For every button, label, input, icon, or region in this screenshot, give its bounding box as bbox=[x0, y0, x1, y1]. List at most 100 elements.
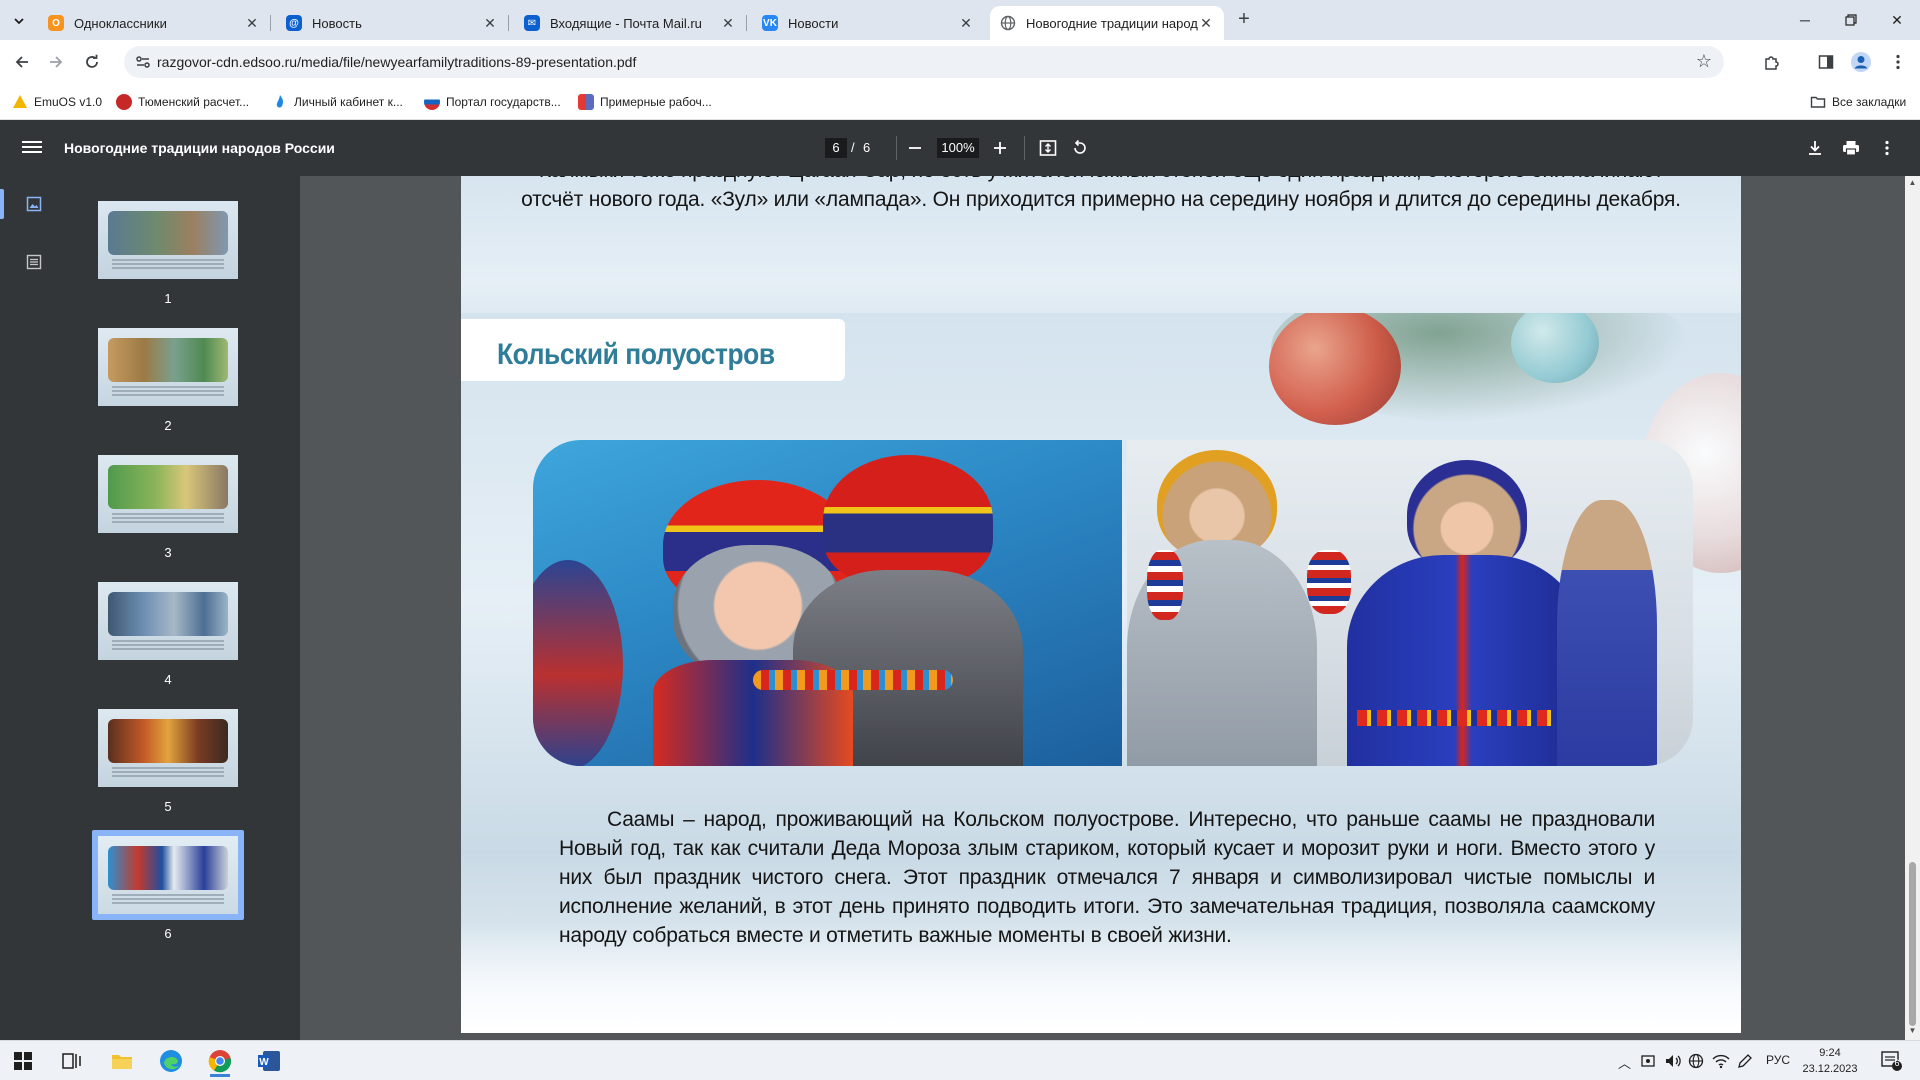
mail-at-icon: @ bbox=[286, 15, 302, 31]
odnoklassniki-icon: О bbox=[48, 15, 64, 31]
restore-button[interactable] bbox=[1828, 0, 1874, 40]
tray-overflow-icon[interactable]: ︿ bbox=[1618, 1053, 1631, 1072]
pen-icon[interactable] bbox=[1737, 1053, 1753, 1072]
sidebar-rail bbox=[0, 176, 70, 1040]
address-bar[interactable]: razgovor-cdn.edsoo.ru/media/file/newyear… bbox=[124, 46, 1724, 78]
tab-mail[interactable]: ✉ Входящие - Почта Mail.ru ✕ bbox=[514, 6, 747, 40]
side-panel-button[interactable] bbox=[1814, 50, 1838, 74]
system-clock[interactable]: 9:24 23.12.2023 bbox=[1790, 1045, 1870, 1077]
page-thumbnail[interactable] bbox=[98, 455, 238, 533]
minimize-button[interactable]: ─ bbox=[1782, 0, 1828, 40]
url-text[interactable]: razgovor-cdn.edsoo.ru/media/file/newyear… bbox=[157, 54, 636, 70]
chrome-button[interactable] bbox=[200, 1045, 240, 1077]
bookmark-item[interactable]: Личный кабинет к... bbox=[272, 92, 403, 112]
thumbnail-number: 5 bbox=[164, 799, 172, 814]
reload-icon bbox=[86, 54, 98, 68]
slide-paragraph: Саамы – народ, проживающий на Кольском п… bbox=[559, 808, 1655, 947]
volume-icon[interactable] bbox=[1664, 1053, 1682, 1072]
windows-taskbar: W ︿ РУС 9:24 23.12.2023 6 bbox=[0, 1040, 1920, 1080]
zoom-in-button[interactable] bbox=[988, 136, 1012, 160]
bookmarks-bar: EmuOS v1.0 Тюменский расчет... Личный ка… bbox=[0, 84, 1920, 120]
scrollbar-thumb[interactable] bbox=[1909, 862, 1916, 1026]
pdf-scrollbar[interactable]: ▲ ▼ bbox=[1905, 176, 1920, 1040]
tab-active-pdf[interactable]: Новогодние традиции народо ✕ bbox=[990, 6, 1224, 40]
more-vert-icon bbox=[1896, 54, 1900, 70]
print-button[interactable] bbox=[1839, 136, 1863, 160]
new-tab-button[interactable]: + bbox=[1233, 9, 1255, 31]
forward-button[interactable] bbox=[44, 50, 68, 74]
tray-app-icon[interactable] bbox=[1640, 1053, 1656, 1072]
bookmark-item[interactable]: EmuOS v1.0 bbox=[12, 92, 102, 112]
extensions-button[interactable] bbox=[1760, 50, 1784, 74]
notifications-button[interactable]: 6 bbox=[1880, 1049, 1902, 1074]
pdf-page-6: Кольский полуостров Саамы – народ, прожи… bbox=[461, 313, 1741, 1033]
russia-flag-icon bbox=[424, 94, 440, 110]
task-view-button[interactable] bbox=[52, 1045, 92, 1077]
page-thumbnail[interactable] bbox=[98, 582, 238, 660]
zoom-input[interactable]: 100% bbox=[937, 138, 979, 158]
third-dancer bbox=[1557, 500, 1657, 766]
close-icon[interactable]: ✕ bbox=[958, 15, 974, 32]
close-icon[interactable]: ✕ bbox=[1198, 15, 1214, 32]
clock-date: 23.12.2023 bbox=[1802, 1063, 1858, 1075]
word-button[interactable]: W bbox=[249, 1045, 289, 1077]
page-total: 6 bbox=[863, 140, 871, 155]
puzzle-icon bbox=[1765, 56, 1779, 70]
pdf-more-button[interactable] bbox=[1875, 136, 1899, 160]
profile-button[interactable] bbox=[1849, 50, 1873, 74]
close-icon[interactable]: ✕ bbox=[244, 15, 260, 32]
rail-active-indicator bbox=[0, 189, 4, 219]
wifi-icon[interactable] bbox=[1712, 1053, 1730, 1072]
prev-page-line-2: отсчёт нового года. «Зул» или «лампада».… bbox=[521, 188, 1681, 211]
bookmark-label: Все закладки bbox=[1832, 95, 1907, 109]
zoom-out-button[interactable] bbox=[903, 136, 927, 160]
back-button[interactable] bbox=[10, 50, 34, 74]
close-window-button[interactable]: ✕ bbox=[1874, 0, 1920, 40]
close-icon[interactable]: ✕ bbox=[720, 15, 736, 32]
page-thumbnail[interactable] bbox=[98, 328, 238, 406]
page-number-input[interactable]: 6 bbox=[825, 138, 847, 158]
page-thumbnail[interactable] bbox=[98, 201, 238, 279]
mail-envelope-icon: ✉ bbox=[524, 15, 540, 31]
flame-icon bbox=[272, 94, 288, 110]
browser-menu-button[interactable] bbox=[1886, 50, 1910, 74]
download-button[interactable] bbox=[1803, 136, 1827, 160]
language-indicator[interactable]: РУС bbox=[1766, 1053, 1790, 1067]
bookmark-item[interactable]: Примерные рабоч... bbox=[578, 92, 712, 112]
bookmark-item[interactable]: Портал государств... bbox=[424, 92, 561, 112]
scroll-down-arrow-icon[interactable]: ▼ bbox=[1907, 1026, 1918, 1035]
outline-view-button[interactable] bbox=[20, 248, 48, 276]
bookmark-star-icon[interactable]: ☆ bbox=[1696, 51, 1712, 72]
all-bookmarks-button[interactable]: Все закладки bbox=[1810, 92, 1906, 112]
thumbnails-view-button[interactable] bbox=[20, 190, 48, 218]
reload-button[interactable] bbox=[80, 50, 104, 74]
tab-novost[interactable]: @ Новость ✕ bbox=[276, 6, 509, 40]
page-thumbnail[interactable] bbox=[98, 709, 238, 787]
sami-photos bbox=[533, 440, 1693, 766]
page-thumbnail-active[interactable] bbox=[98, 836, 238, 914]
file-explorer-button[interactable] bbox=[102, 1045, 142, 1077]
task-view-icon bbox=[62, 1053, 81, 1069]
tab-odnoklassniki[interactable]: О Одноклассники ✕ bbox=[38, 6, 271, 40]
second-red-hat bbox=[823, 455, 993, 585]
vk-icon: VK bbox=[762, 15, 778, 31]
slide-heading: Кольский полуостров bbox=[497, 338, 775, 371]
site-settings-icon[interactable] bbox=[134, 53, 152, 71]
tab-title: Одноклассники bbox=[74, 15, 167, 31]
network-globe-icon[interactable] bbox=[1688, 1053, 1704, 1072]
thumbnail-number: 4 bbox=[164, 672, 172, 687]
clock-time: 9:24 bbox=[1819, 1047, 1841, 1059]
fit-page-button[interactable] bbox=[1036, 136, 1060, 160]
tab-search-button[interactable] bbox=[6, 8, 32, 34]
arrow-right-icon bbox=[50, 56, 63, 68]
edge-button[interactable] bbox=[151, 1045, 191, 1077]
close-icon[interactable]: ✕ bbox=[482, 15, 498, 32]
start-button[interactable] bbox=[3, 1045, 43, 1077]
patterned-mitten bbox=[1147, 550, 1183, 620]
side-panel-icon bbox=[1818, 55, 1834, 69]
scroll-up-arrow-icon[interactable]: ▲ bbox=[1907, 178, 1918, 187]
rotate-button[interactable] bbox=[1068, 136, 1092, 160]
bookmark-item[interactable]: Тюменский расчет... bbox=[116, 92, 249, 112]
tab-vk-news[interactable]: VK Новости ✕ bbox=[752, 6, 984, 40]
pdf-sidebar-toggle-icon[interactable] bbox=[22, 138, 42, 158]
